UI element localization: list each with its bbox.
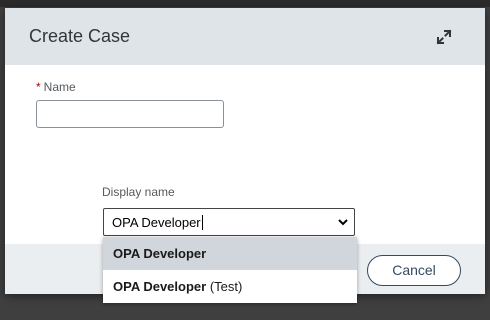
- display-name-value-text: OPA Developer: [112, 215, 201, 230]
- option-suffix: (Test): [206, 279, 243, 294]
- display-name-select[interactable]: OPA Developer: [103, 208, 355, 236]
- expand-icon[interactable]: [435, 28, 453, 46]
- dropdown-option-opa-developer[interactable]: OPA Developer: [103, 237, 357, 270]
- display-name-select-value: OPA Developer: [112, 215, 203, 230]
- name-label: * Name: [36, 80, 76, 94]
- cancel-button[interactable]: Cancel: [367, 255, 461, 286]
- text-cursor: [201, 215, 203, 230]
- name-input[interactable]: [36, 100, 224, 128]
- option-label: OPA Developer: [113, 279, 207, 294]
- display-name-label: Display name: [102, 185, 175, 199]
- backdrop-top-strip: [0, 0, 490, 7]
- option-label: OPA Developer: [113, 246, 207, 261]
- dropdown-option-opa-developer-test[interactable]: OPA Developer (Test): [103, 270, 357, 303]
- name-label-text: Name: [43, 80, 76, 94]
- dialog-title: Create Case: [29, 26, 131, 46]
- dialog-header: Create Case: [5, 8, 485, 65]
- display-name-dropdown: OPA Developer OPA Developer (Test): [103, 237, 357, 303]
- chevron-down-icon: [338, 219, 348, 226]
- required-marker: *: [36, 80, 41, 94]
